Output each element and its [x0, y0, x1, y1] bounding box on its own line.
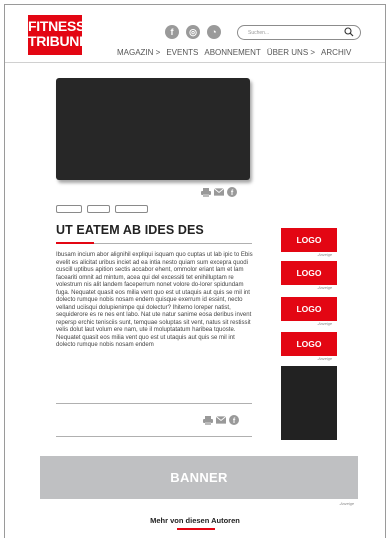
heading-accent — [177, 528, 215, 530]
search-icon[interactable] — [344, 27, 354, 37]
nav-item-abonnement[interactable]: ABONNEMENT — [204, 48, 260, 57]
page-frame: FITNESS TRIBUNE f ◎ ◔ MAGAZIN > EVENTS A… — [4, 4, 386, 538]
facebook-icon[interactable]: f — [165, 25, 179, 39]
nav-item-archiv[interactable]: ARCHIV — [321, 48, 351, 57]
sidebar-ad-logo[interactable]: LOGO — [281, 332, 337, 356]
sidebar-ad-logo[interactable]: LOGO — [281, 261, 337, 285]
mail-icon[interactable] — [214, 187, 224, 197]
more-authors-heading: Mehr von diesen Autoren — [150, 516, 240, 525]
printer-icon[interactable] — [201, 187, 211, 197]
ad-label: -Anzeige — [339, 502, 354, 506]
nav-item-ueber-uns[interactable]: ÜBER UNS > — [267, 48, 315, 57]
sidebar-ad-logo[interactable]: LOGO — [281, 297, 337, 321]
logo-line-2: TRIBUNE — [28, 33, 89, 49]
search-box — [237, 25, 361, 40]
rss-icon[interactable]: ◔ — [207, 25, 221, 39]
article-title: UT EATEM AB IDES DES — [56, 223, 204, 237]
site-header: FITNESS TRIBUNE f ◎ ◔ MAGAZIN > EVENTS A… — [5, 5, 385, 63]
search-input[interactable] — [248, 27, 344, 38]
body-divider — [56, 403, 252, 404]
video-player[interactable] — [56, 78, 250, 180]
share-bar-bottom: f — [203, 415, 239, 425]
tag-pill[interactable] — [56, 205, 82, 213]
instagram-icon[interactable]: ◎ — [186, 25, 200, 39]
main-nav: MAGAZIN > EVENTS ABONNEMENT ÜBER UNS > A… — [117, 48, 351, 57]
tag-pill[interactable] — [115, 205, 148, 213]
ad-label: -Anzeige — [317, 286, 332, 290]
nav-item-events[interactable]: EVENTS — [166, 48, 198, 57]
sidebar-ad-logo[interactable]: LOGO — [281, 228, 337, 252]
title-accent — [56, 242, 94, 244]
printer-icon[interactable] — [203, 415, 213, 425]
share-bar-top: f — [201, 187, 237, 197]
site-logo[interactable]: FITNESS TRIBUNE — [28, 15, 89, 55]
ad-label: -Anzeige — [317, 322, 332, 326]
article-body: Ibusam incium abor alignihil expliqui is… — [56, 252, 253, 349]
nav-item-magazin[interactable]: MAGAZIN > — [117, 48, 160, 57]
body-divider — [56, 436, 252, 437]
tag-pill[interactable] — [87, 205, 110, 213]
ad-label: -Anzeige — [317, 357, 332, 361]
logo-line-1: FITNESS — [28, 18, 86, 34]
banner-ad[interactable]: BANNER — [40, 456, 358, 499]
ad-label: -Anzeige — [317, 253, 332, 257]
mail-icon[interactable] — [216, 415, 226, 425]
sidebar-ad-skyscraper[interactable] — [281, 366, 337, 440]
facebook-icon[interactable]: f — [229, 415, 239, 425]
facebook-icon[interactable]: f — [227, 187, 237, 197]
